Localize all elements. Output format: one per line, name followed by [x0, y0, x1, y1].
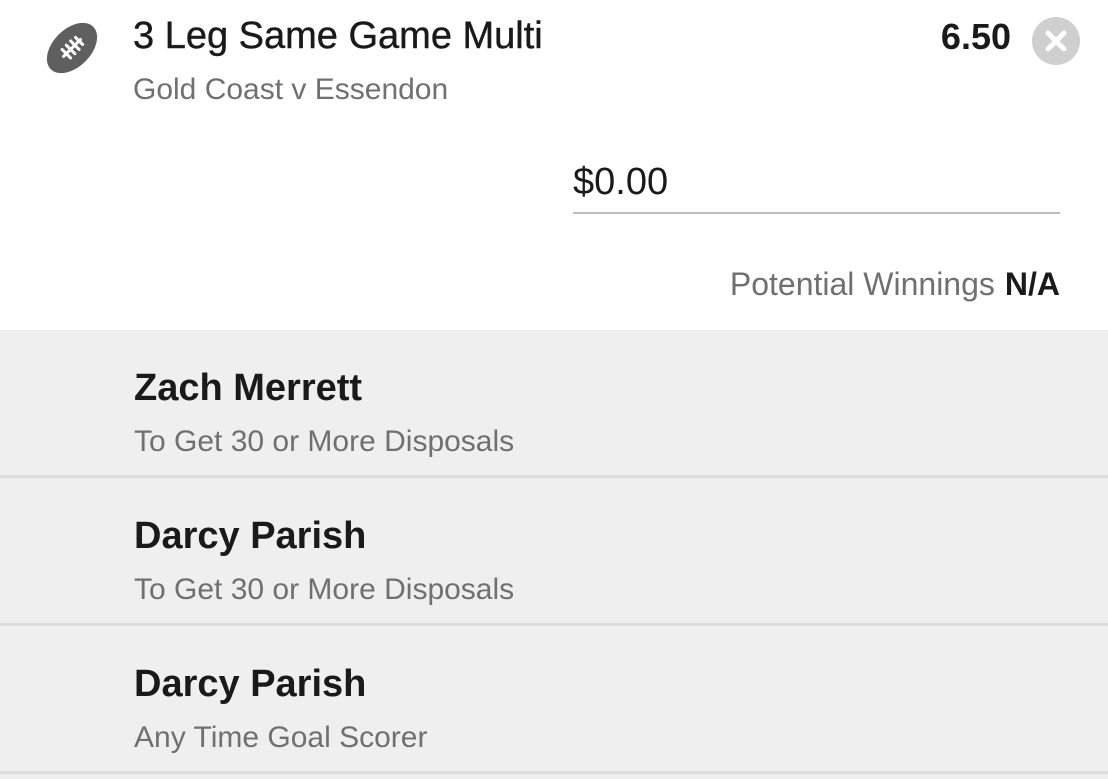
football-icon [42, 20, 102, 76]
potential-winnings-label: Potential Winnings [729, 266, 995, 302]
remove-bet-button[interactable] [1032, 17, 1080, 65]
leg-player-name: Darcy Parish [134, 663, 367, 705]
same-game-multi-bet-card: 3 Leg Same Game Multi Gold Coast v Essen… [0, 0, 1108, 779]
leg-player-name: Zach Merrett [134, 367, 363, 409]
close-icon [1045, 30, 1067, 52]
match-name: Gold Coast v Essendon [133, 73, 449, 106]
bet-odds: 6.50 [940, 16, 1011, 57]
bet-title: 3 Leg Same Game Multi [133, 15, 543, 57]
list-item: Zach Merrett To Get 30 or More Disposals [0, 330, 1108, 478]
bet-header: 3 Leg Same Game Multi Gold Coast v Essen… [0, 0, 1108, 330]
bet-legs-list: Zach Merrett To Get 30 or More Disposals… [0, 330, 1108, 779]
leg-player-name: Darcy Parish [134, 515, 367, 557]
leg-market: To Get 30 or More Disposals [134, 573, 515, 606]
list-item: Darcy Parish Any Time Goal Scorer [0, 626, 1108, 774]
stake-input[interactable] [573, 152, 1060, 214]
list-item: Darcy Parish To Get 30 or More Disposals [0, 478, 1108, 626]
potential-winnings: Potential Winnings N/A [730, 262, 1060, 306]
potential-winnings-value: N/A [1004, 266, 1060, 302]
leg-market: Any Time Goal Scorer [134, 721, 428, 754]
leg-market: To Get 30 or More Disposals [134, 425, 515, 458]
